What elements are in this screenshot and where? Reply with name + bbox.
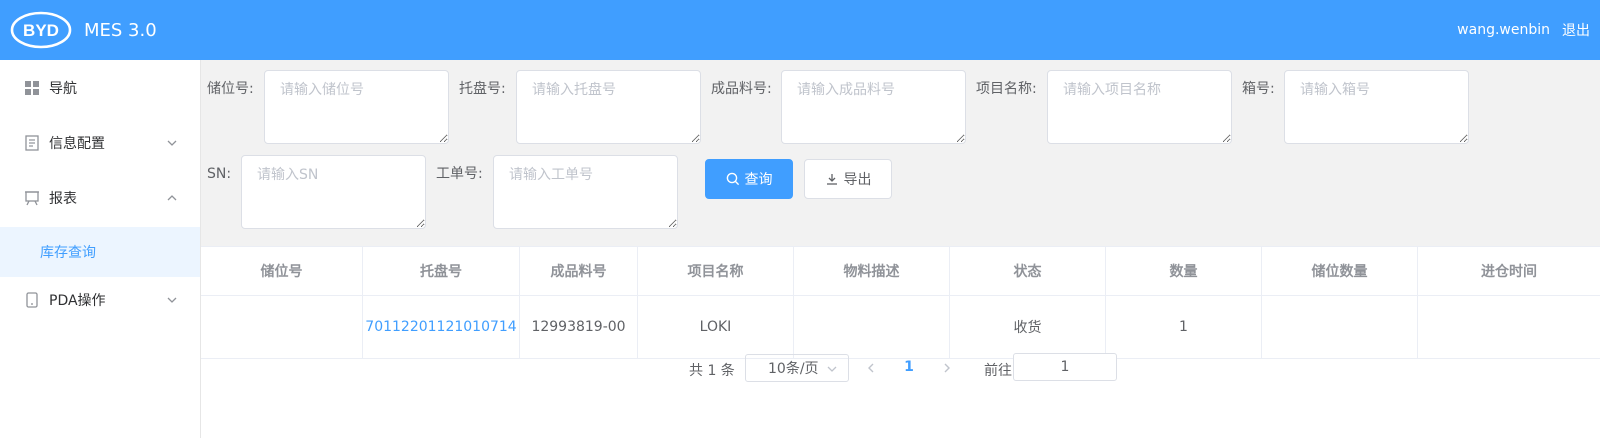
sidebar-item-pda[interactable]: PDA操作 <box>0 272 200 328</box>
main-content: 储位号: 托盘号: 成品料号: 项目名称: 箱号: SN: 工单号: 查询 导出 <box>201 60 1600 438</box>
byd-logo[interactable]: BYD <box>10 11 72 49</box>
sidebar-item-label: 信息配置 <box>49 136 105 152</box>
column-header: 项目名称 <box>638 247 794 295</box>
table-cell: 12993819-00 <box>520 296 638 358</box>
table-cell: 收货 <box>950 296 1106 358</box>
sidebar-item-info-config[interactable]: 信息配置 <box>0 115 200 171</box>
table-cell <box>1262 296 1418 358</box>
goto-page-input[interactable] <box>1013 353 1117 381</box>
filter-panel: 储位号: 托盘号: 成品料号: 项目名称: 箱号: SN: 工单号: 查询 导出 <box>201 60 1600 246</box>
sn-label: SN: <box>207 166 232 182</box>
table-header: 储位号 托盘号 成品料号 项目名称 物料描述 状态 数量 储位数量 进仓时间 <box>201 247 1600 295</box>
column-header: 储位号 <box>201 247 363 295</box>
download-icon <box>825 172 839 186</box>
table-cell-pallet: 70112201121010714 <box>363 296 520 358</box>
table-cell: 1 <box>1106 296 1262 358</box>
chevron-down-icon <box>827 366 837 372</box>
table-cell <box>201 296 363 358</box>
column-header: 状态 <box>950 247 1106 295</box>
column-header: 数量 <box>1106 247 1262 295</box>
logout-link[interactable]: 退出 <box>1562 20 1590 40</box>
page-size-value: 10条/页 <box>768 361 819 377</box>
presentation-icon <box>24 190 40 206</box>
column-header: 进仓时间 <box>1481 264 1537 280</box>
chevron-right-icon <box>944 363 950 373</box>
pallet-label: 托盘号: <box>459 81 506 97</box>
workorder-label: 工单号: <box>436 166 483 182</box>
table-cell <box>1418 296 1600 358</box>
product-input[interactable] <box>781 70 966 144</box>
sidebar-item-reports[interactable]: 报表 <box>0 170 200 226</box>
column-header: 托盘号 <box>363 247 520 295</box>
query-button[interactable]: 查询 <box>705 159 793 199</box>
pagination: 共 1 条 10条/页 1 前往 <box>201 352 1600 388</box>
table-cell <box>794 296 950 358</box>
table-row: 70112201121010714 12993819-00 LOKI 收货 1 <box>201 295 1600 359</box>
column-header: 物料描述 <box>794 247 950 295</box>
chevron-up-icon <box>167 195 177 201</box>
logo-text: BYD <box>23 21 59 40</box>
column-header: 储位数量 <box>1262 247 1418 295</box>
inventory-table: 储位号 托盘号 成品料号 项目名称 物料描述 状态 数量 储位数量 进仓时间 7… <box>201 246 1600 359</box>
location-input[interactable] <box>264 70 449 144</box>
sidebar-item-label: 导航 <box>49 81 77 97</box>
top-header: BYD MES 3.0 wang.wenbin 退出 <box>0 0 1600 60</box>
sidebar-subitem-inventory-query[interactable]: 库存查询 <box>0 227 200 277</box>
tablet-icon <box>24 292 40 308</box>
box-label: 箱号: <box>1242 81 1275 97</box>
total-count: 共 1 条 <box>689 363 735 379</box>
sidebar: 导航 信息配置 报表 库存查询 PDA操作 <box>0 60 201 438</box>
app-title: MES 3.0 <box>84 19 157 41</box>
pallet-input[interactable] <box>516 70 701 144</box>
project-input[interactable] <box>1047 70 1232 144</box>
pallet-link[interactable]: 70112201121010714 <box>365 319 516 335</box>
product-label: 成品料号: <box>711 81 772 97</box>
page-size-select[interactable]: 10条/页 <box>745 354 849 382</box>
search-icon <box>726 172 740 186</box>
chevron-left-icon <box>868 363 874 373</box>
column-header: 成品料号 <box>520 247 638 295</box>
box-input[interactable] <box>1284 70 1469 144</box>
chevron-down-icon <box>167 140 177 146</box>
grid-icon <box>24 80 40 96</box>
sidebar-item-label: PDA操作 <box>49 293 106 309</box>
export-button[interactable]: 导出 <box>804 159 892 199</box>
prev-page-button[interactable] <box>863 358 879 378</box>
sn-input[interactable] <box>241 155 426 229</box>
location-label: 储位号: <box>207 81 254 97</box>
table-cell: LOKI <box>638 296 794 358</box>
document-icon <box>24 135 40 151</box>
next-page-button[interactable] <box>939 358 955 378</box>
project-label: 项目名称: <box>976 81 1037 97</box>
sidebar-item-label: 报表 <box>49 191 77 207</box>
workorder-input[interactable] <box>493 155 678 229</box>
chevron-down-icon <box>167 297 177 303</box>
username: wang.wenbin <box>1457 22 1550 38</box>
export-button-label: 导出 <box>843 172 872 188</box>
page-number-1[interactable]: 1 <box>901 359 917 375</box>
sidebar-item-navigation[interactable]: 导航 <box>0 60 200 116</box>
goto-label: 前往 <box>984 363 1012 379</box>
query-button-label: 查询 <box>744 172 773 188</box>
